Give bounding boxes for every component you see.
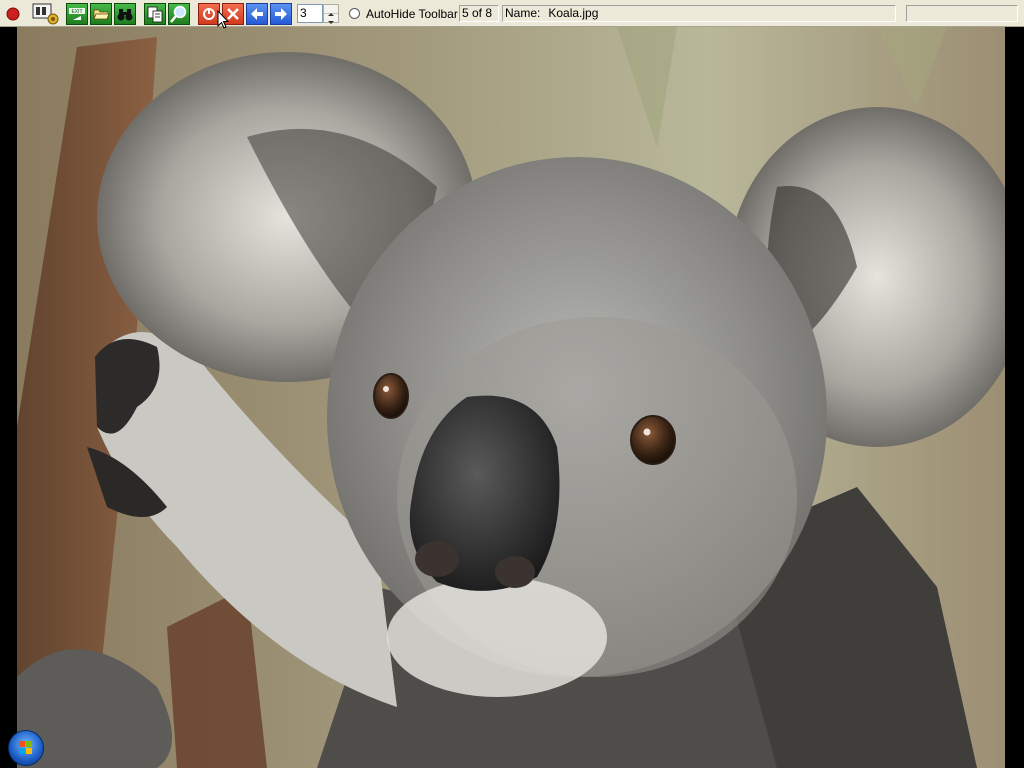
- settings-icon[interactable]: [31, 3, 63, 25]
- file-name-panel: Name: Koala.jpg: [502, 5, 896, 22]
- file-name-label: Name:: [505, 6, 541, 20]
- photo-canvas: [17, 27, 1005, 768]
- delay-spinner: [323, 4, 339, 24]
- next-button[interactable]: [270, 3, 292, 25]
- windows-start-orb-icon[interactable]: [8, 730, 44, 766]
- chevron-down-icon: [328, 21, 334, 24]
- autohide-toolbar-radio[interactable]: [349, 8, 360, 19]
- exit-icon: EXIT: [69, 8, 85, 20]
- record-icon[interactable]: [6, 7, 20, 21]
- toolbar: EXIT 3 AutoHide Toolbar 5 of 8 Name: Koa…: [0, 0, 1024, 27]
- spinner-down-button[interactable]: [324, 14, 338, 24]
- open-button[interactable]: [90, 3, 112, 25]
- mouse-cursor-icon: [217, 9, 230, 35]
- file-name-value: Koala.jpg: [548, 6, 599, 20]
- find-button[interactable]: [114, 3, 136, 25]
- exit-button[interactable]: EXIT: [66, 3, 88, 25]
- position-text: 5 of 8: [462, 6, 493, 20]
- status-panel: [906, 5, 1018, 22]
- spinner-up-button[interactable]: [324, 5, 338, 16]
- arrow-left-icon: [251, 8, 263, 20]
- copy-button[interactable]: [144, 3, 166, 25]
- viewer-window: EXIT 3 AutoHide Toolbar 5 of 8 Name: Koa…: [0, 0, 1024, 768]
- previous-button[interactable]: [246, 3, 268, 25]
- position-panel: 5 of 8: [459, 5, 499, 22]
- arrow-right-icon: [275, 8, 287, 20]
- koala-photo: [17, 27, 1005, 768]
- zoom-icon: [170, 5, 187, 23]
- clear-icon: [203, 8, 215, 20]
- delay-spinner-input[interactable]: 3: [297, 4, 323, 23]
- svg-text:EXIT: EXIT: [71, 9, 82, 15]
- binoculars-icon: [117, 9, 133, 21]
- open-folder-icon: [93, 9, 110, 20]
- zoom-button[interactable]: [168, 3, 190, 25]
- autohide-toolbar-label[interactable]: AutoHide Toolbar: [366, 7, 458, 21]
- copy-icon: [147, 6, 163, 23]
